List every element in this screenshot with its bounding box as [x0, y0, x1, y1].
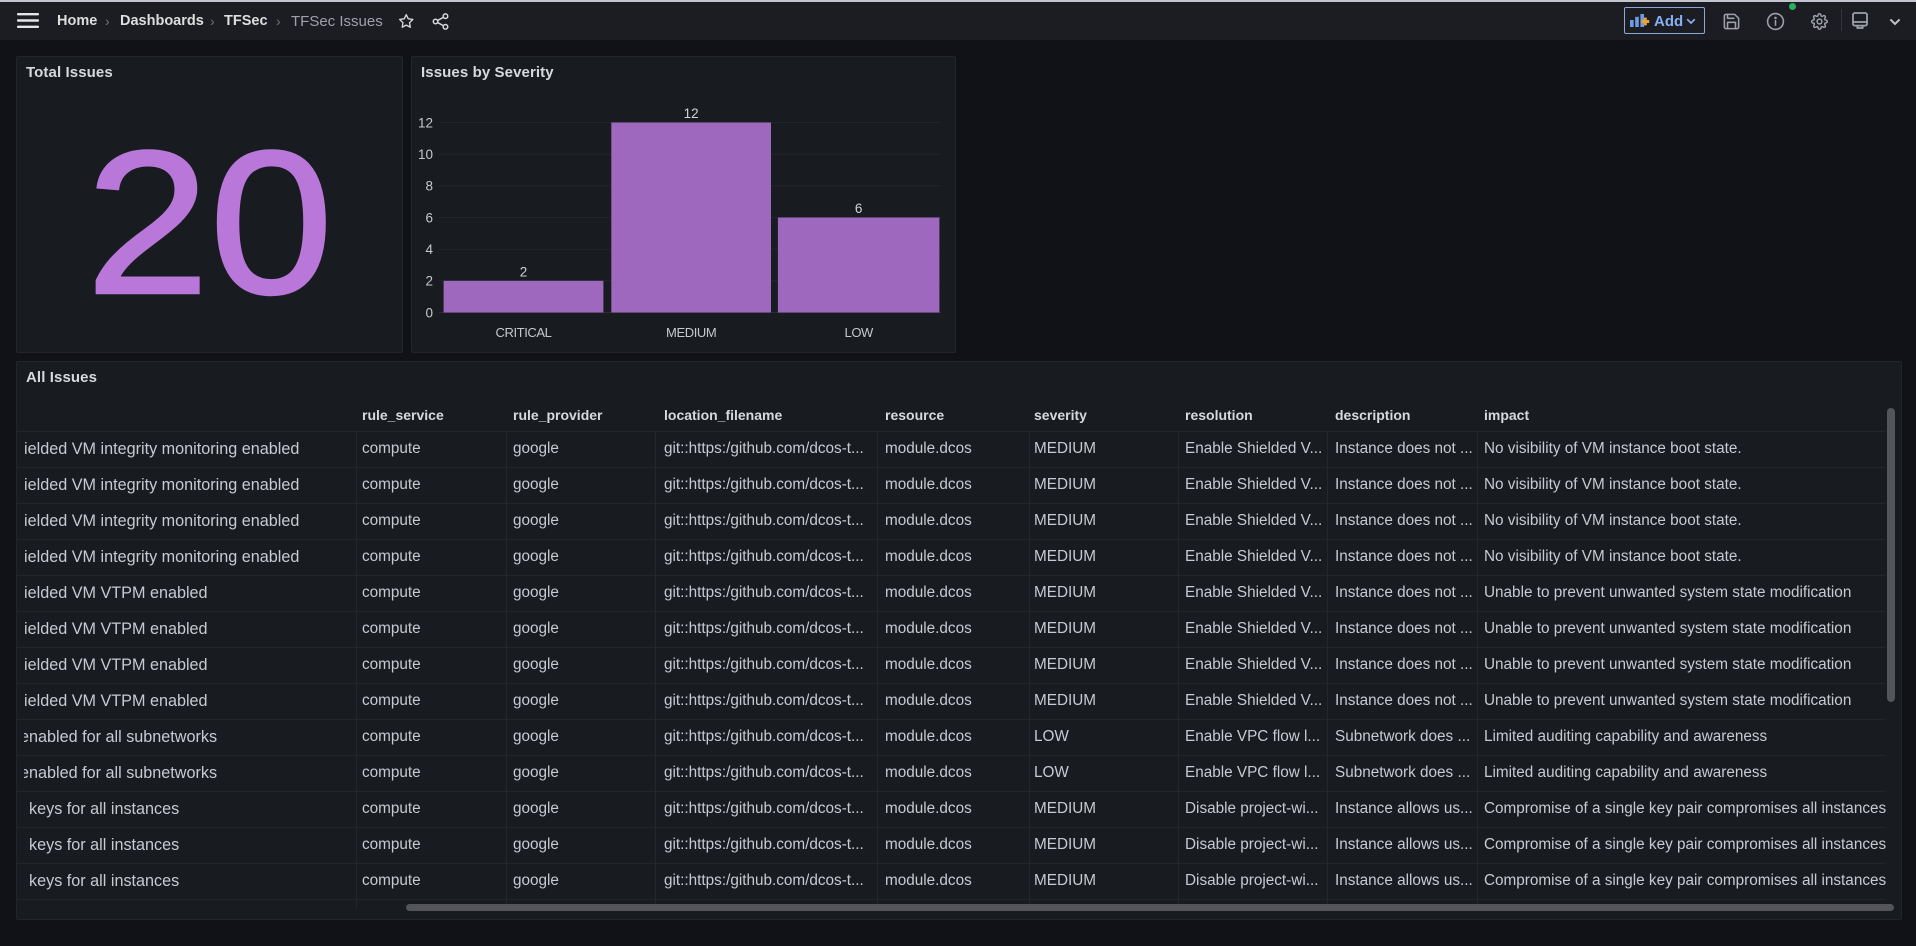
svg-text:10: 10: [418, 147, 433, 162]
svg-text:6: 6: [425, 210, 433, 225]
svg-text:12: 12: [418, 115, 433, 130]
svg-text:4: 4: [425, 242, 433, 257]
svg-text:6: 6: [855, 201, 863, 216]
svg-text:LOW: LOW: [844, 325, 874, 340]
svg-text:MEDIUM: MEDIUM: [666, 325, 716, 340]
svg-text:0: 0: [425, 305, 433, 320]
svg-text:CRITICAL: CRITICAL: [495, 325, 551, 340]
svg-text:8: 8: [425, 179, 433, 194]
svg-text:12: 12: [684, 106, 699, 121]
svg-text:2: 2: [520, 264, 528, 279]
svg-text:2: 2: [425, 274, 433, 289]
